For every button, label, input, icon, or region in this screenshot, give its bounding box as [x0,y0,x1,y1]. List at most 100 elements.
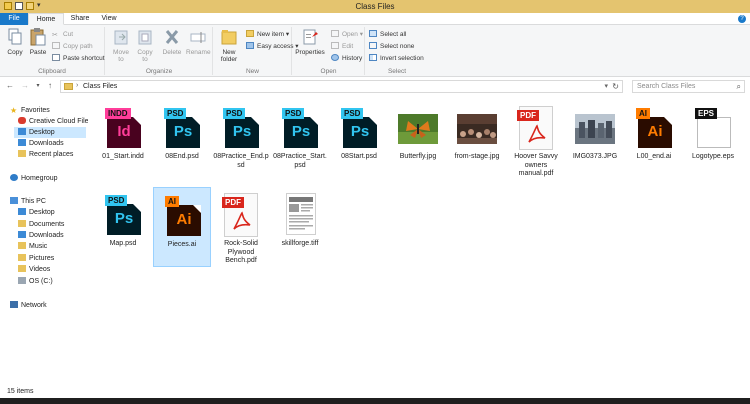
file-type-tag: PSD [282,108,305,119]
nav-homegroup[interactable]: Homegroup [10,173,58,184]
search-icon[interactable]: ⌕ [737,82,741,92]
file-name: Butterfly.jpg [399,153,437,160]
indd-badge: Id INDD [105,108,141,148]
invert-selection-icon [369,54,377,61]
history-icon [331,54,339,61]
nav-desktop-favorite[interactable]: Desktop [14,127,86,138]
address-bar[interactable]: › Class Files ▾ ↻ [60,80,623,93]
file-item[interactable]: Ps PSD Map.psd [94,187,152,267]
new-folder-button[interactable]: New folder [216,28,242,63]
file-item[interactable]: Ai AI L00_end.ai [625,100,683,180]
file-type-letter: Id [117,123,131,140]
breadcrumb[interactable]: Class Files [83,83,117,90]
new-item-icon [246,30,254,37]
new-group-label: New [245,68,259,75]
search-placeholder: Search Class Files [637,83,696,90]
new-item-button[interactable]: New item ▾ [246,30,289,40]
tab-view[interactable]: View [96,13,122,25]
file-type-tag: PSD [105,195,128,206]
easy-access-button[interactable]: Easy access ▾ [246,42,299,52]
select-all-button[interactable]: Select all [369,30,406,40]
file-name: 08End.psd [165,153,199,160]
file-item[interactable]: Ps PSD 08End.psd [153,100,211,180]
select-all-icon [369,30,377,37]
tab-file[interactable]: File [0,13,28,25]
tab-share[interactable]: Share [66,13,94,25]
file-item[interactable]: Ps PSD 08Practice_Start.psd [271,100,329,180]
eps-file-icon: EPS [693,106,733,150]
file-name: 08Practice_End.psd [213,153,269,169]
computer-icon [10,197,18,204]
nav-favorites[interactable]: ★ Favorites [10,105,50,116]
file-item[interactable]: EPS Logotype.eps [684,100,742,180]
image-thumbnail [457,106,497,150]
file-item[interactable]: Ps PSD 08Practice_End.psd [212,100,270,180]
copy-path-button[interactable]: Copy path [52,42,93,52]
invert-selection-button[interactable]: Invert selection [369,54,424,64]
network-icon [10,301,18,308]
tab-home[interactable]: Home [28,13,64,25]
page-fold [664,117,672,125]
nav-downloads[interactable]: Downloads [18,230,64,241]
history-button[interactable]: History [331,54,362,64]
search-input[interactable]: Search Class Files ⌕ [632,80,745,93]
pdf-file-icon: PDF [221,193,261,237]
nav-pictures[interactable]: Pictures [18,253,54,264]
up-icon[interactable]: ↑ [45,81,55,91]
file-item[interactable]: from-stage.jpg [448,100,506,180]
acrobat-swirl-icon [528,124,546,143]
edit-icon [331,42,339,49]
select-none-button[interactable]: Select none [369,42,414,52]
file-item[interactable]: Ai AI Pieces.ai [153,187,211,267]
file-type-tag: PSD [164,108,187,119]
psd-file-icon: Ps PSD [339,106,379,150]
delete-button[interactable]: Delete [160,28,184,56]
file-item[interactable]: PDF Rock-Solid Plywood Bench.pdf [212,187,270,267]
open-group-label: Open [320,68,337,75]
file-item[interactable]: Butterfly.jpg [389,100,447,180]
nav-os-drive[interactable]: OS (C:) [18,276,53,287]
nav-recent-places[interactable]: Recent places [18,149,73,160]
easy-access-icon [246,42,254,49]
refresh-icon[interactable]: ↻ [612,82,619,91]
nav-network[interactable]: Network [10,300,47,311]
cut-button[interactable]: ✂ Cut [52,30,73,40]
scrollbar[interactable] [742,96,750,386]
nav-videos[interactable]: Videos [18,264,50,275]
paste-button[interactable]: Paste [27,28,49,56]
move-to-button[interactable]: Move to [110,28,132,63]
paste-shortcut-button[interactable]: Paste shortcut [52,54,105,64]
chevron-down-icon[interactable]: ▾ [604,82,608,90]
nav-downloads-favorite[interactable]: Downloads [18,138,64,149]
psd-badge: Ps PSD [105,195,141,235]
back-icon[interactable]: ← [5,81,15,91]
file-item[interactable]: Ps PSD 08Start.psd [330,100,388,180]
page-fold [251,117,259,125]
nav-this-pc[interactable]: This PC [10,196,46,207]
organize-group: Move to Copy to Delete Rename Organize [106,27,213,75]
eps-badge: EPS [695,108,731,148]
open-group: Properties Open ▾ Edit History Open [293,27,365,75]
copy-button[interactable]: Copy [4,28,26,56]
edit-button[interactable]: Edit [331,42,353,52]
file-item[interactable]: skillforge.tiff [271,187,329,267]
crowd-photo [575,114,615,144]
nav-documents[interactable]: Documents [18,219,64,230]
file-item[interactable]: IMG0373.JPG [566,100,624,180]
nav-desktop[interactable]: Desktop [18,207,55,218]
file-item[interactable]: Id INDD 01_Start.indd [94,100,152,180]
open-button[interactable]: Open ▾ [331,30,363,40]
pdf-file-icon: PDF [516,106,556,150]
nav-creative-cloud[interactable]: Creative Cloud Files [18,116,92,127]
properties-button[interactable]: Properties [294,28,326,56]
copy-to-button[interactable]: Copy to [134,28,156,63]
rename-button[interactable]: Rename [186,28,211,56]
forward-icon[interactable]: → [20,81,30,91]
recent-locations-icon[interactable]: ▾ [33,81,43,91]
music-icon [18,242,26,249]
file-item[interactable]: PDF Hoover Savvy owners manual.pdf [507,100,565,180]
nav-music[interactable]: Music [18,241,47,252]
file-type-tag: PDF [517,110,539,121]
psd-badge: Ps PSD [223,108,259,148]
help-icon[interactable]: ? [738,15,746,23]
